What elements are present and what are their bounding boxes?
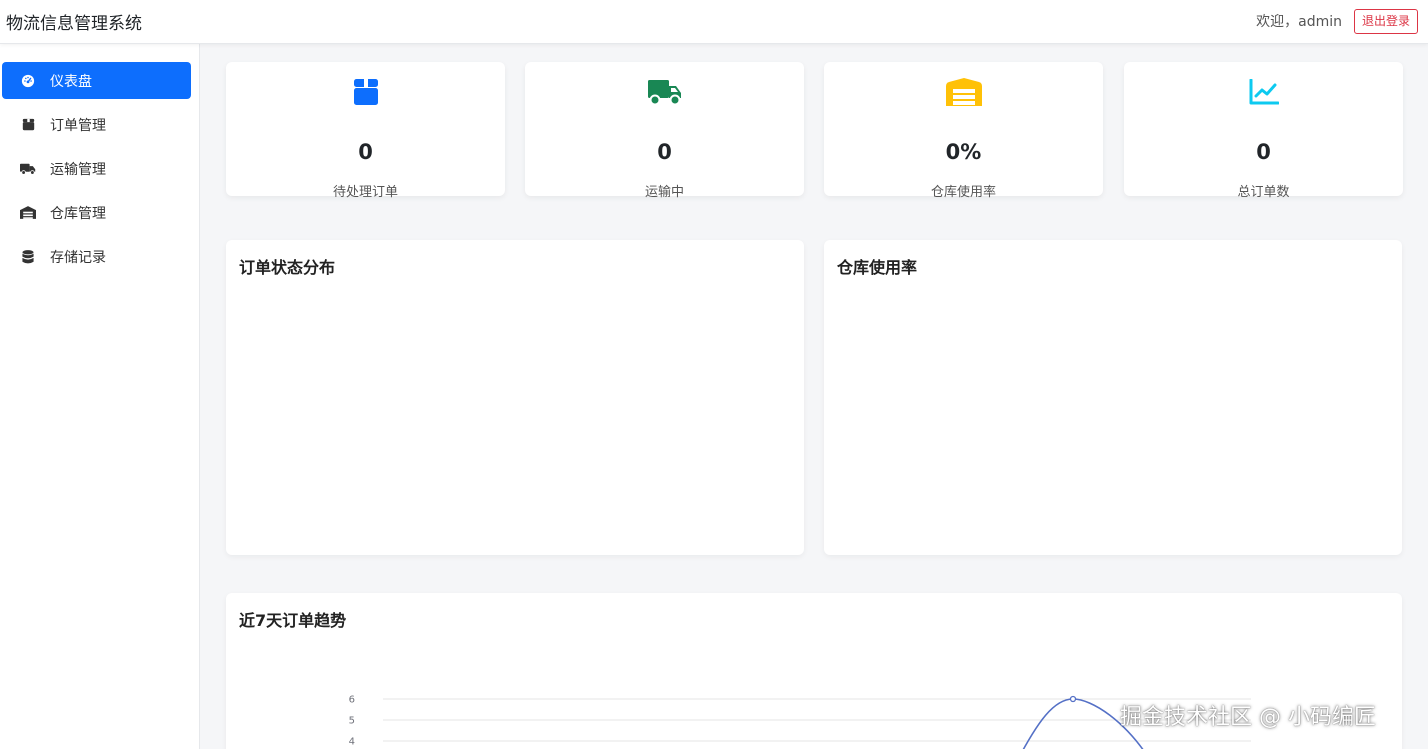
- sidebar-item-label: 仓库管理: [50, 205, 106, 222]
- sidebar-item-transport[interactable]: 运输管理: [2, 150, 191, 187]
- user-area: 欢迎，admin 退出登录: [1256, 9, 1418, 34]
- panel-title: 订单状态分布: [239, 258, 336, 277]
- y-tick-label: 4: [349, 737, 355, 748]
- y-tick-label: 5: [349, 716, 355, 727]
- data-point[interactable]: [1069, 695, 1077, 703]
- stat-value: 0: [358, 140, 373, 164]
- stat-value: 0: [1256, 140, 1271, 164]
- stat-label: 总订单数: [1237, 185, 1290, 200]
- top-navbar: 物流信息管理系统 欢迎，admin 退出登录: [0, 0, 1428, 44]
- sidebar: 仪表盘 订单管理 运输管理 仓库管理 存储记录: [0, 44, 200, 749]
- warehouse-icon: [945, 76, 982, 108]
- sidebar-item-label: 存储记录: [50, 249, 106, 266]
- truck-icon: [20, 161, 36, 177]
- dashboard-icon: [20, 73, 36, 89]
- sidebar-item-label: 运输管理: [50, 161, 106, 178]
- stat-value: 0: [657, 140, 672, 164]
- chart-line-icon: [1246, 76, 1282, 108]
- sidebar-item-warehouse[interactable]: 仓库管理: [2, 194, 191, 231]
- stat-card-pending-orders: 0 待处理订单: [226, 62, 505, 200]
- stat-label: 仓库使用率: [930, 185, 996, 200]
- warehouse-icon: [20, 205, 36, 221]
- y-tick-label: 6: [349, 695, 355, 706]
- box-icon: [348, 76, 384, 108]
- sidebar-item-label: 仪表盘: [50, 73, 92, 90]
- welcome-text: 欢迎，admin: [1256, 14, 1342, 31]
- panel-title: 仓库使用率: [837, 258, 918, 277]
- sidebar-item-storage[interactable]: 存储记录: [2, 238, 191, 275]
- sidebar-item-label: 订单管理: [50, 117, 106, 134]
- truck-icon: [647, 76, 683, 108]
- stat-card-total-orders: 0 总订单数: [1124, 62, 1403, 200]
- logout-button[interactable]: 退出登录: [1353, 9, 1418, 34]
- stat-card-warehouse-usage: 0% 仓库使用率: [824, 62, 1103, 200]
- sidebar-item-dashboard[interactable]: 仪表盘: [2, 62, 191, 99]
- stat-label: 运输中: [644, 185, 684, 200]
- warehouse-usage-panel: 仓库使用率: [824, 240, 1402, 555]
- app-title: 物流信息管理系统: [6, 14, 142, 34]
- box-icon: [20, 117, 36, 133]
- stat-value: 0%: [945, 140, 982, 164]
- stat-card-in-transit: 0 运输中: [525, 62, 804, 200]
- watermark: 掘金技术社区 @ 小码编匠: [1120, 705, 1376, 730]
- stat-label: 待处理订单: [332, 185, 398, 200]
- sidebar-item-orders[interactable]: 订单管理: [2, 106, 191, 143]
- main-content: 0 待处理订单 0 运输中 0% 仓库使用率 0 总订单数 订单状态分布 仓库使…: [201, 44, 1428, 749]
- order-status-panel: 订单状态分布: [226, 240, 804, 555]
- database-icon: [20, 249, 36, 265]
